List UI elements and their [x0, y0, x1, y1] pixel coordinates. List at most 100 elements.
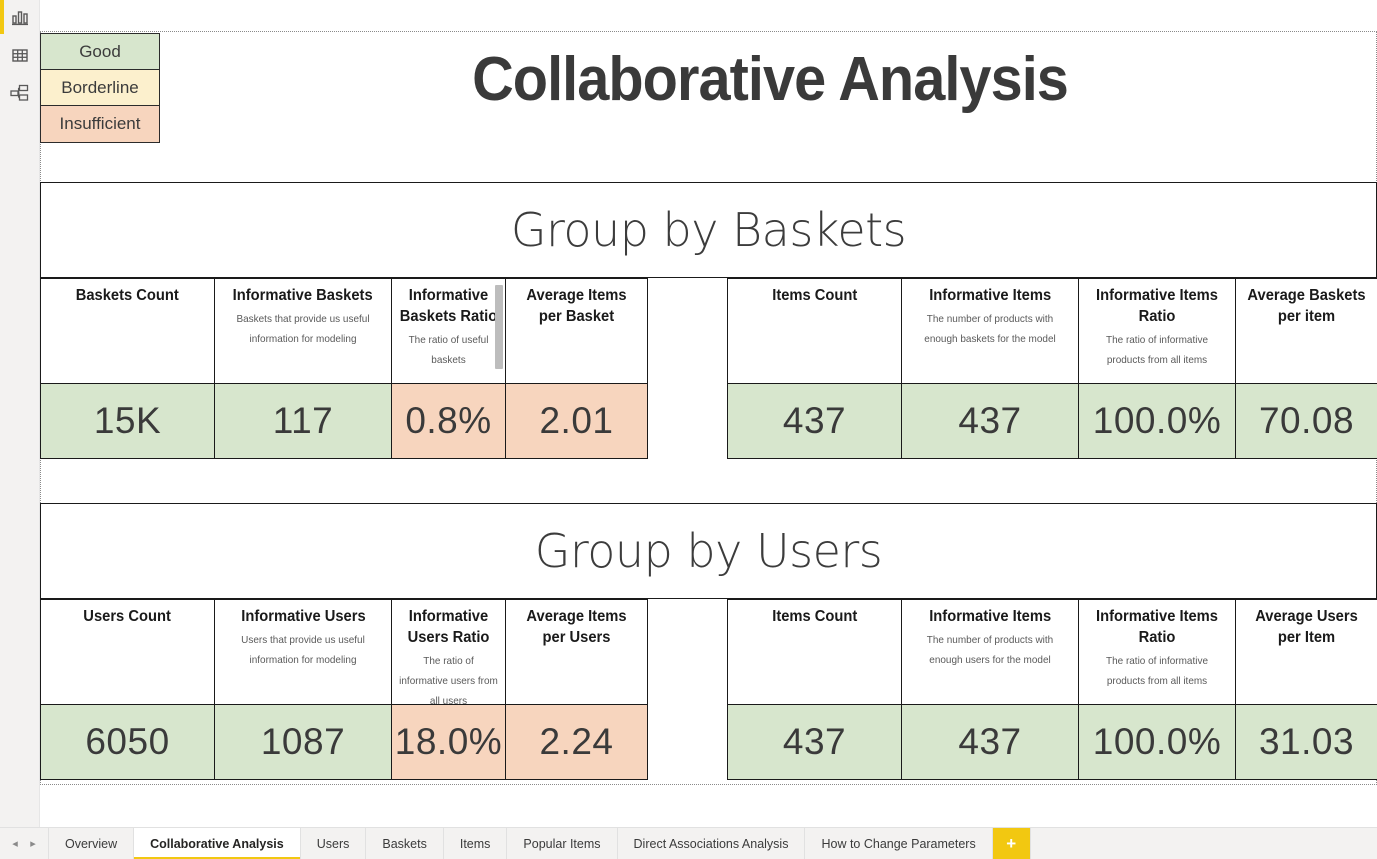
panel-header-group-by-users: Group by Users — [40, 503, 1377, 599]
page-tab-users[interactable]: Users — [299, 828, 366, 859]
page-tab-how-to-change-parameters[interactable]: How to Change Parameters — [804, 828, 992, 859]
column-header-title: Informative Items Ratio — [1096, 608, 1218, 646]
legend-row-good: Good — [41, 34, 159, 70]
column-header-title: Informative Users — [240, 608, 366, 625]
column-header-title: Average Items per Users — [526, 608, 627, 646]
report-canvas-root: Good Borderline Insufficient Collaborati… — [0, 0, 1377, 859]
metric-value[interactable]: 117 — [214, 383, 392, 459]
column-header-subtitle: The ratio of informative products from a… — [1105, 655, 1209, 687]
metric-value[interactable]: 0.8% — [391, 383, 506, 459]
metric-value[interactable]: 6050 — [40, 704, 215, 780]
view-switcher-rail — [0, 0, 40, 827]
column-header[interactable]: Informative Items Ratio The ratio of info… — [1078, 278, 1236, 384]
matrix-column[interactable]: Informative Items The number of products … — [901, 599, 1079, 780]
matrix-column[interactable]: Informative Baskets Ratio The ratio of us… — [391, 278, 506, 459]
matrix-column[interactable]: Informative Users Ratio The ratio of info… — [391, 599, 506, 780]
column-header[interactable]: Average Users per Item — [1235, 599, 1377, 705]
right-matrix-group-by-users: Items Count 437 Informative Items The numbe… — [727, 599, 1377, 780]
column-header-title: Users Count — [83, 608, 172, 625]
data-view-icon[interactable] — [0, 38, 40, 72]
page-title: Collaborative Analysis — [472, 45, 1069, 114]
left-matrix-group-by-users: Users Count 6050 Informative Users Users th… — [40, 599, 648, 780]
matrix-column[interactable]: Average Baskets per item 70.08 — [1235, 278, 1377, 459]
page-tab-baskets[interactable]: Baskets — [365, 828, 443, 859]
panel-title: Group by Users — [534, 524, 883, 578]
matrix-column[interactable]: Average Items per Users 2.24 — [505, 599, 648, 780]
metric-value[interactable]: 1087 — [214, 704, 392, 780]
column-header[interactable]: Average Items per Basket — [505, 278, 648, 384]
right-matrix-group-by-baskets: Items Count 437 Informative Items The numbe… — [727, 278, 1377, 459]
matrix-column[interactable]: Baskets Count 15K — [40, 278, 215, 459]
tab-prev-button[interactable]: ◂ — [6, 828, 24, 859]
column-header-title: Informative Users Ratio — [407, 608, 490, 646]
page-tab-bar: ◂ ▸ Overview Collaborative Analysis Users B… — [0, 827, 1377, 859]
column-header-title: Items Count — [771, 608, 858, 625]
metric-value[interactable]: 2.01 — [505, 383, 648, 459]
tab-next-button[interactable]: ▸ — [24, 828, 42, 859]
metric-value[interactable]: 100.0% — [1078, 704, 1236, 780]
column-header-title: Baskets Count — [75, 287, 180, 304]
add-page-button[interactable]: + — [991, 828, 1030, 859]
report-view-icon[interactable] — [0, 0, 40, 34]
matrix-column[interactable]: Items Count 437 — [727, 599, 902, 780]
legend-label-borderline: Borderline — [61, 78, 139, 97]
column-header[interactable]: Users Count — [40, 599, 215, 705]
column-header[interactable]: Informative Items The number of products … — [901, 599, 1079, 705]
column-header-title: Informative Items Ratio — [1096, 287, 1218, 325]
metric-value[interactable]: 18.0% — [391, 704, 506, 780]
metric-value[interactable]: 437 — [901, 383, 1079, 459]
column-header[interactable]: Average Baskets per item — [1235, 278, 1377, 384]
column-header-subtitle: The ratio of informative users from all … — [399, 655, 498, 705]
column-scrollbar[interactable] — [495, 285, 503, 369]
column-header-subtitle: Baskets that provide us useful informati… — [236, 313, 370, 345]
column-header-subtitle: The number of products with enough baske… — [924, 313, 1056, 345]
page-tab-popular-items[interactable]: Popular Items — [506, 828, 617, 859]
page-tab-items[interactable]: Items — [442, 828, 507, 859]
tabs-host: Overview Collaborative Analysis Users Baske… — [48, 828, 992, 859]
column-header-subtitle: The ratio of useful baskets — [408, 334, 489, 366]
column-header[interactable]: Informative Users Ratio The ratio of info… — [391, 599, 506, 705]
legend-row-insufficient: Insufficient — [41, 106, 159, 142]
column-header[interactable]: Informative Baskets Baskets that provide … — [214, 278, 392, 384]
metric-value[interactable]: 2.24 — [505, 704, 648, 780]
metric-value[interactable]: 437 — [727, 383, 902, 459]
column-header[interactable]: Baskets Count — [40, 278, 215, 384]
metric-value[interactable]: 70.08 — [1235, 383, 1377, 459]
column-header-subtitle: Users that provide us useful information… — [241, 634, 365, 666]
column-header-title: Average Users per Item — [1255, 608, 1358, 646]
matrix-column[interactable]: Informative Items Ratio The ratio of info… — [1078, 278, 1236, 459]
legend-label-good: Good — [79, 42, 121, 61]
column-header[interactable]: Informative Items Ratio The ratio of info… — [1078, 599, 1236, 705]
column-header[interactable]: Informative Users Users that provide us u… — [214, 599, 392, 705]
matrix-column[interactable]: Users Count 6050 — [40, 599, 215, 780]
matrix-column[interactable]: Informative Items Ratio The ratio of info… — [1078, 599, 1236, 780]
column-header-title: Informative Items — [929, 287, 1051, 304]
column-header[interactable]: Items Count — [727, 599, 902, 705]
metric-value[interactable]: 15K — [40, 383, 215, 459]
tab-nav-arrows: ◂ ▸ — [0, 828, 48, 859]
column-header[interactable]: Average Items per Users — [505, 599, 648, 705]
matrix-column[interactable]: Informative Items The number of products … — [901, 278, 1079, 459]
matrix-column[interactable]: Informative Users Users that provide us u… — [214, 599, 392, 780]
page-tab-overview[interactable]: Overview — [48, 828, 134, 859]
matrix-column[interactable]: Items Count 437 — [727, 278, 902, 459]
column-header[interactable]: Informative Items The number of products … — [901, 278, 1079, 384]
column-header[interactable]: Informative Baskets Ratio The ratio of us… — [391, 278, 506, 384]
column-header-title: Average Items per Basket — [526, 287, 627, 325]
page-tab-collaborative-analysis[interactable]: Collaborative Analysis — [133, 828, 300, 859]
matrix-column[interactable]: Informative Baskets Baskets that provide … — [214, 278, 392, 459]
metric-value[interactable]: 31.03 — [1235, 704, 1377, 780]
status-legend: Good Borderline Insufficient — [40, 33, 160, 143]
matrix-column[interactable]: Average Items per Basket 2.01 — [505, 278, 648, 459]
matrix-column[interactable]: Average Users per Item 31.03 — [1235, 599, 1377, 780]
column-header-title: Informative Baskets — [233, 287, 373, 304]
legend-label-insufficient: Insufficient — [59, 114, 141, 133]
model-view-icon[interactable] — [0, 76, 40, 110]
metric-value[interactable]: 437 — [901, 704, 1079, 780]
panel-title: Group by Baskets — [510, 203, 907, 257]
page-tab-direct-associations-analysis[interactable]: Direct Associations Analysis — [616, 828, 805, 859]
metric-value[interactable]: 100.0% — [1078, 383, 1236, 459]
metric-value[interactable]: 437 — [727, 704, 902, 780]
column-header[interactable]: Items Count — [727, 278, 902, 384]
column-header-subtitle: The number of products with enough users… — [926, 634, 1054, 666]
